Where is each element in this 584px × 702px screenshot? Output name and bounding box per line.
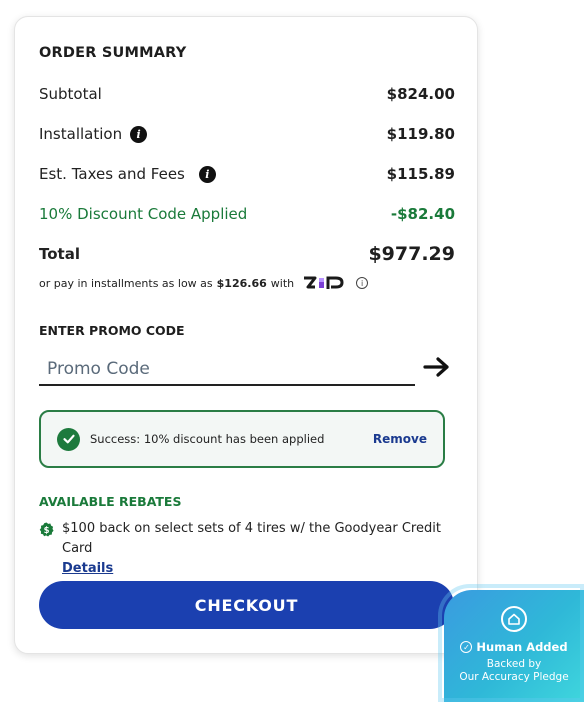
taxes-row: Est. Taxes and Fees i $115.89 (39, 162, 455, 186)
svg-text:$: $ (44, 525, 50, 535)
pledge-subtitle: Backed by Our Accuracy Pledge (459, 658, 568, 684)
rebate-details-link[interactable]: Details (62, 561, 113, 576)
zip-logo-icon (304, 276, 344, 289)
installments-amount: $126.66 (216, 276, 267, 290)
home-shield-icon (501, 606, 527, 632)
total-row: Total $977.29 (39, 242, 455, 266)
info-icon[interactable]: i (130, 125, 148, 143)
taxes-value: $115.89 (386, 165, 455, 183)
checkout-button[interactable]: CHECKOUT (39, 581, 454, 629)
info-icon[interactable]: i (198, 165, 216, 183)
installments-prefix: or pay in installments as low as (39, 276, 213, 290)
taxes-label-group: Est. Taxes and Fees i (39, 165, 216, 183)
subtotal-row: Subtotal $824.00 (39, 82, 455, 106)
pledge-line2: Our Accuracy Pledge (459, 671, 569, 683)
order-summary-title: ORDER SUMMARY (39, 45, 187, 61)
check-circle-icon (57, 427, 80, 451)
promo-success-alert: Success: 10% discount has been applied R… (39, 410, 445, 468)
total-label: Total (39, 245, 80, 263)
installation-label-group: Installation i (39, 125, 148, 143)
rebate-text: $100 back on select sets of 4 tires w/ t… (62, 521, 441, 556)
installation-row: Installation i $119.80 (39, 122, 455, 146)
pledge-title: Human Added (476, 640, 568, 654)
total-value: $977.29 (368, 243, 455, 265)
subtotal-label: Subtotal (39, 85, 102, 103)
installments-with: with (270, 276, 295, 290)
promo-code-input[interactable] (39, 353, 415, 386)
remove-promo-link[interactable]: Remove (373, 432, 427, 446)
discount-label: 10% Discount Code Applied (39, 205, 248, 223)
installation-label: Installation (39, 125, 123, 143)
arrow-right-icon (423, 357, 449, 377)
dollar-badge-icon: $ (39, 522, 54, 537)
order-summary-card: ORDER SUMMARY Subtotal $824.00 Installat… (14, 16, 478, 654)
installments-note: or pay in installments as low as $126.66… (39, 275, 369, 291)
pledge-title-group: ✓ Human Added (460, 640, 568, 654)
rebates-title: AVAILABLE REBATES (39, 494, 182, 509)
info-icon[interactable]: i (356, 277, 369, 289)
apply-promo-button[interactable] (421, 354, 453, 380)
taxes-label: Est. Taxes and Fees (39, 165, 185, 183)
pledge-line1: Backed by (486, 658, 542, 670)
subtotal-value: $824.00 (386, 85, 455, 103)
promo-title: ENTER PROMO CODE (39, 323, 185, 338)
success-message: Success: 10% discount has been applied (90, 432, 325, 446)
discount-row: 10% Discount Code Applied -$82.40 (39, 202, 455, 226)
discount-value: -$82.40 (390, 205, 455, 223)
installation-value: $119.80 (386, 125, 455, 143)
accuracy-pledge-badge[interactable]: ✓ Human Added Backed by Our Accuracy Ple… (438, 584, 584, 702)
check-icon: ✓ (460, 641, 473, 653)
rebate-item: $ $100 back on select sets of 4 tires w/… (39, 519, 459, 579)
